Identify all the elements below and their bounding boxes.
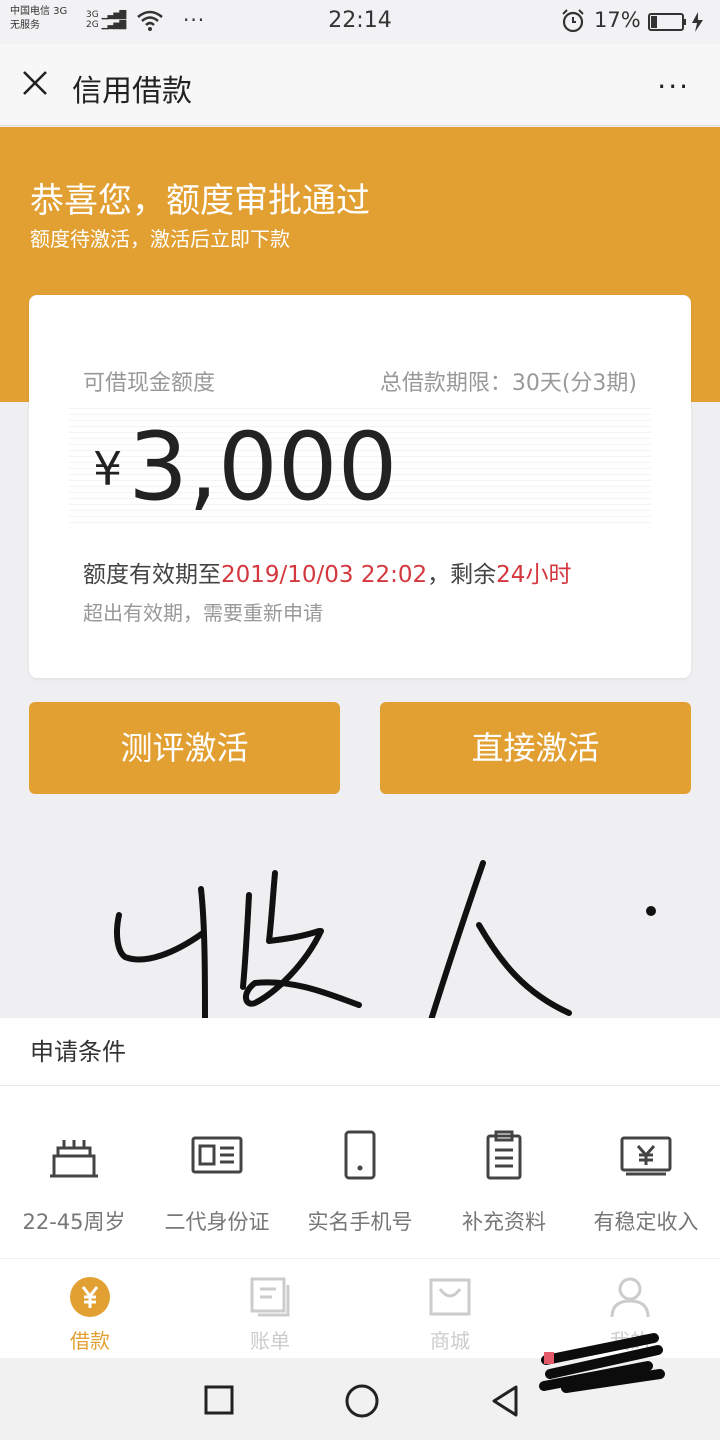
credit-limit-card: 可借现金额度 总借款期限：30天(分3期) ¥3,000 额度有效期至2019/… [29,295,691,678]
validity-line: 额度有效期至2019/10/03 22:02，剩余24小时 [83,555,571,589]
recent-apps-icon[interactable] [204,1385,234,1415]
tab-label: 商城 [430,1329,470,1353]
yen-coin-icon [70,1277,110,1317]
back-icon[interactable] [490,1384,520,1418]
condition-age: 22-45周岁 [2,1130,146,1236]
handwritten-annotation [114,860,656,1035]
validity-note: 超出有效期，需要重新申请 [83,601,323,625]
loan-term: 总借款期限：30天(分3期) [379,371,637,396]
validity-remaining: 24小时 [496,562,572,588]
validity-prefix: 额度有效期至 [83,562,221,588]
approval-subline: 额度待激活，激活后立即下款 [30,227,290,251]
currency-symbol: ¥ [93,442,123,496]
direct-activate-button[interactable]: 直接激活 [380,702,691,794]
condition-label: 实名手机号 [307,1210,413,1234]
conditions-heading: 申请条件 [0,1018,720,1086]
user-icon [610,1277,650,1318]
condition-label: 补充资料 [462,1210,546,1234]
redaction-scribble [539,1333,665,1393]
tab-shop[interactable]: 商城 [360,1275,540,1354]
status-bar: 中国电信 3G 无服务 3G ▁▃▅▇ 2G ▁▃▅▇ ··· 22:14 17… [0,0,720,44]
tab-label: 借款 [70,1329,110,1353]
condition-income: 有稳定收入 [574,1130,718,1236]
approval-headline: 恭喜您，额度审批通过 [30,181,370,221]
phone-icon [344,1130,376,1180]
id-card-icon [191,1136,243,1174]
credit-limit-label: 可借现金额度 [83,371,216,396]
more-menu-icon[interactable]: ··· [657,70,690,103]
condition-phone: 实名手机号 [288,1130,432,1236]
validity-mid: ，剩余 [427,562,497,588]
nav-bar: 信用借款 ··· [0,44,720,126]
condition-label: 有稳定收入 [593,1210,699,1234]
clipboard-icon [486,1130,522,1180]
alarm-icon [562,9,584,33]
home-icon[interactable] [345,1384,379,1418]
condition-label: 22-45周岁 [22,1210,126,1234]
battery-percent: 17% [594,8,641,32]
cake-icon [50,1140,98,1178]
shop-icon [429,1278,471,1316]
bill-icon [250,1277,290,1317]
close-icon[interactable] [20,68,50,98]
assess-activate-button[interactable]: 测评激活 [29,702,340,794]
amount-value: 3,000 [128,413,398,522]
tab-bill[interactable]: 账单 [180,1275,360,1354]
page-title: 信用借款 [72,74,192,109]
condition-id-card: 二代身份证 [145,1130,289,1236]
credit-amount: ¥3,000 [93,413,397,522]
condition-documents: 补充资料 [432,1130,576,1236]
tab-loan[interactable]: 借款 [0,1275,180,1354]
tab-label: 账单 [250,1329,290,1353]
validity-date: 2019/10/03 22:02 [221,562,428,588]
income-icon [620,1136,672,1176]
application-conditions: 申请条件 22-45周岁 二代身份证 实名手机号 补充资料 有稳定收入 [0,1018,720,1258]
condition-label: 二代身份证 [164,1210,270,1234]
battery-charging-icon [648,12,703,32]
